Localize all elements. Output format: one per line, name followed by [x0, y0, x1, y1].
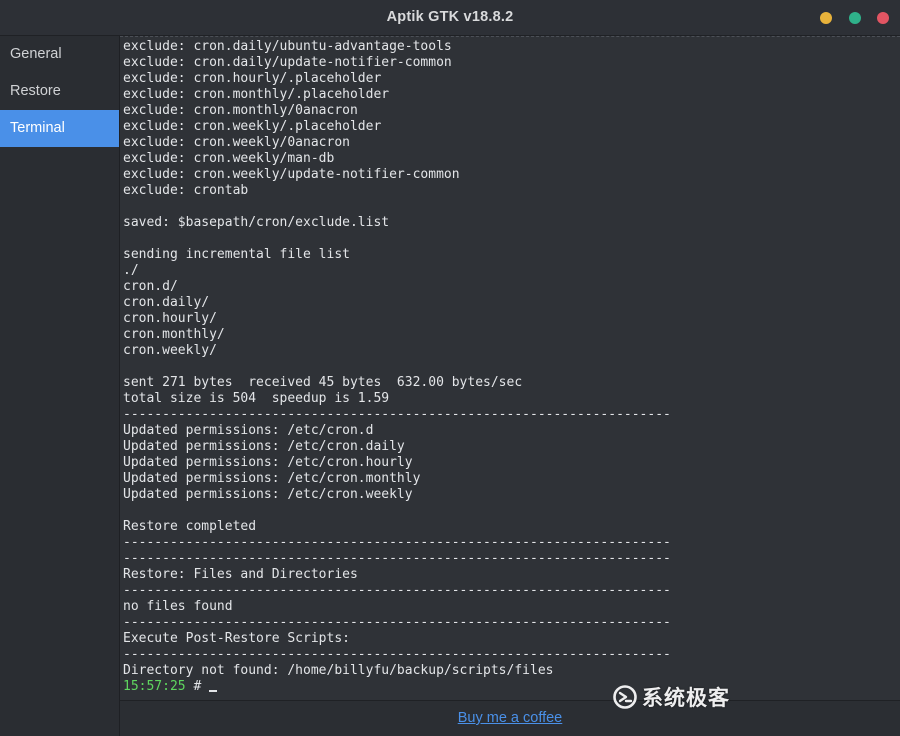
terminal-output: exclude: cron.daily/ubuntu-advantage-too…	[123, 39, 671, 695]
minimize-button[interactable]	[820, 12, 832, 24]
terminal-line: sent 271 bytes received 45 bytes 632.00 …	[123, 375, 523, 390]
terminal-line: exclude: cron.daily/ubuntu-advantage-too…	[123, 39, 452, 54]
text-cursor	[209, 690, 218, 692]
terminal-line: cron.daily/	[123, 295, 210, 310]
terminal-line: Updated permissions: /etc/cron.hourly	[123, 455, 413, 470]
terminal-line: Directory not found: /home/billyfu/backu…	[123, 663, 554, 678]
terminal-prompt[interactable]: 15:57:25 #	[123, 679, 671, 695]
terminal-line: ----------------------------------------…	[123, 551, 671, 566]
terminal-line: Execute Post-Restore Scripts:	[123, 631, 350, 646]
terminal-line: Updated permissions: /etc/cron.daily	[123, 439, 405, 454]
terminal-line: total size is 504 speedup is 1.59	[123, 391, 390, 406]
title-bar[interactable]: Aptik GTK v18.8.2	[0, 0, 900, 36]
terminal-line: Restore: Files and Directories	[123, 567, 358, 582]
sidebar-item-label: Restore	[10, 83, 61, 99]
terminal-line: exclude: cron.weekly/man-db	[123, 151, 335, 166]
terminal-line: cron.weekly/	[123, 343, 217, 358]
sidebar: General Restore Terminal	[0, 36, 120, 736]
prompt-symbol: #	[185, 679, 210, 694]
terminal-line: exclude: cron.weekly/0anacron	[123, 135, 350, 150]
terminal-line: cron.monthly/	[123, 327, 225, 342]
terminal-line: exclude: cron.daily/update-notifier-comm…	[123, 55, 452, 70]
terminal-line: cron.hourly/	[123, 311, 217, 326]
prompt-time: 15:57:25	[123, 679, 186, 694]
sidebar-item-terminal[interactable]: Terminal	[0, 110, 119, 147]
window-title: Aptik GTK v18.8.2	[386, 9, 514, 25]
terminal-view[interactable]: exclude: cron.daily/ubuntu-advantage-too…	[120, 36, 900, 700]
terminal-line: Updated permissions: /etc/cron.weekly	[123, 487, 413, 502]
watermark-logo-icon	[613, 685, 637, 709]
terminal-line: ./	[123, 263, 139, 278]
terminal-line: ----------------------------------------…	[123, 647, 671, 662]
footer-bar: Buy me a coffee	[120, 700, 900, 736]
buy-coffee-link[interactable]: Buy me a coffee	[458, 710, 563, 726]
terminal-line: exclude: cron.weekly/update-notifier-com…	[123, 167, 460, 182]
app-window: Aptik GTK v18.8.2 General Restore Termin…	[0, 0, 900, 736]
watermark-text: 系统极客	[642, 686, 730, 710]
terminal-line: ----------------------------------------…	[123, 583, 671, 598]
terminal-line: Updated permissions: /etc/cron.monthly	[123, 471, 421, 486]
terminal-line: exclude: cron.weekly/.placeholder	[123, 119, 382, 134]
terminal-line: no files found	[123, 599, 233, 614]
watermark: 系统极客	[612, 682, 730, 712]
terminal-line: saved: $basepath/cron/exclude.list	[123, 215, 390, 230]
terminal-line: Updated permissions: /etc/cron.d	[123, 423, 374, 438]
terminal-line: ----------------------------------------…	[123, 615, 671, 630]
close-button[interactable]	[877, 12, 889, 24]
terminal-line: exclude: cron.monthly/0anacron	[123, 103, 358, 118]
maximize-button[interactable]	[849, 12, 861, 24]
terminal-line: exclude: cron.hourly/.placeholder	[123, 71, 382, 86]
terminal-line: ----------------------------------------…	[123, 407, 671, 422]
terminal-line: exclude: cron.monthly/.placeholder	[123, 87, 390, 102]
sidebar-item-label: General	[10, 46, 62, 62]
sidebar-item-label: Terminal	[10, 120, 65, 136]
terminal-line: cron.d/	[123, 279, 178, 294]
sidebar-item-general[interactable]: General	[0, 36, 119, 73]
terminal-line: ----------------------------------------…	[123, 535, 671, 550]
terminal-line: exclude: crontab	[123, 183, 249, 198]
sidebar-item-restore[interactable]: Restore	[0, 73, 119, 110]
terminal-line: Restore completed	[123, 519, 257, 534]
terminal-line: sending incremental file list	[123, 247, 350, 262]
